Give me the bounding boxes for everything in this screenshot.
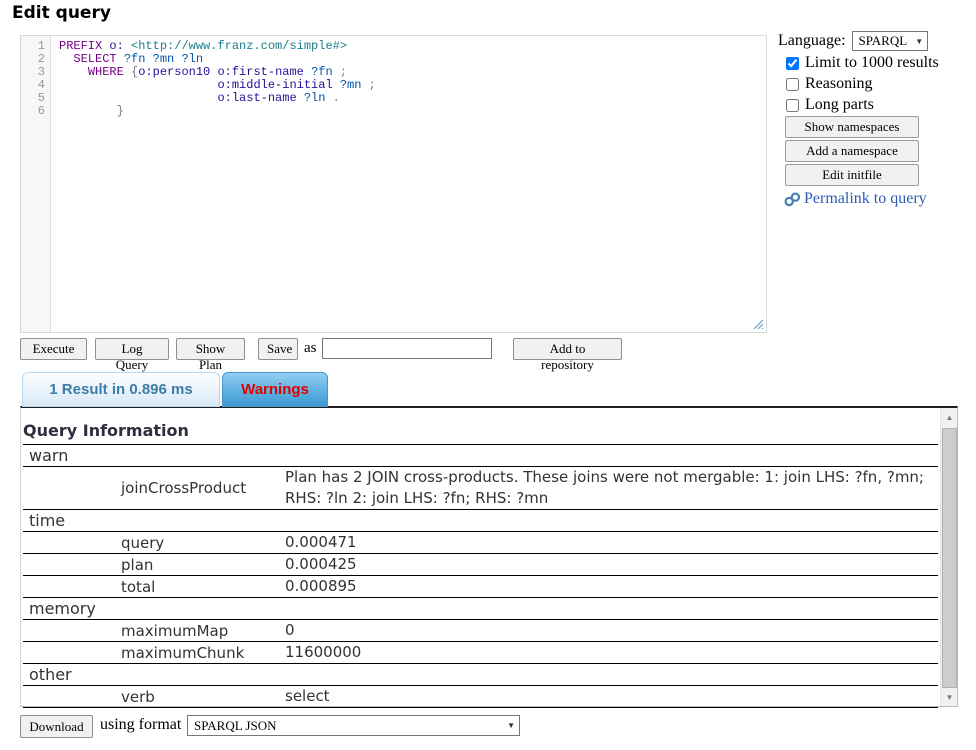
- table-row: query0.000471: [23, 532, 938, 554]
- log-query-button[interactable]: Log Query: [95, 338, 169, 360]
- add-to-repository-button[interactable]: Add to repository: [513, 338, 622, 360]
- query-editor[interactable]: 123456 PREFIX o: <http://www.franz.com/s…: [20, 35, 767, 333]
- metric-value: 0.000425: [281, 554, 938, 576]
- language-select-value: SPARQL: [859, 33, 908, 49]
- warnings-panel: Query Information warnjoinCrossProductPl…: [20, 406, 958, 707]
- section-label: other: [23, 664, 938, 686]
- section-row: warn: [23, 445, 938, 467]
- code-lines[interactable]: PREFIX o: <http://www.franz.com/simple#>…: [59, 40, 764, 118]
- scroll-down-icon[interactable]: ▼: [941, 688, 958, 706]
- line-number: 1: [21, 40, 50, 53]
- option-checkbox-row[interactable]: Limit to 1000 results: [786, 54, 970, 72]
- gutter: 123456: [21, 36, 51, 332]
- section-label: memory: [23, 598, 938, 620]
- save-as-label: as: [304, 340, 317, 357]
- option-checkbox-row[interactable]: Long parts: [786, 96, 970, 114]
- edit-initfile-button[interactable]: Edit initfile: [785, 164, 919, 186]
- line-number: 3: [21, 66, 50, 79]
- checkbox[interactable]: [786, 99, 799, 112]
- metric-value: 11600000: [281, 642, 938, 664]
- chevron-down-icon: ▼: [507, 721, 515, 730]
- tab-warnings[interactable]: Warnings: [222, 372, 328, 407]
- checkbox[interactable]: [786, 78, 799, 91]
- line-number: 4: [21, 79, 50, 92]
- table-row: total0.000895: [23, 576, 938, 598]
- chevron-down-icon: ▼: [915, 37, 923, 46]
- code-line[interactable]: }: [59, 105, 764, 118]
- metric-name: joinCrossProduct: [23, 467, 281, 510]
- section-row: time: [23, 510, 938, 532]
- section-label: time: [23, 510, 938, 532]
- option-buttons: Show namespacesAdd a namespaceEdit initf…: [778, 116, 970, 186]
- section-row: other: [23, 664, 938, 686]
- query-information-table: warnjoinCrossProductPlan has 2 JOIN cros…: [23, 444, 938, 708]
- vertical-scrollbar[interactable]: ▲ ▼: [940, 408, 957, 706]
- metric-value: 0.000471: [281, 532, 938, 554]
- options-panel: Language: SPARQL ▼ Limit to 1000 results…: [778, 31, 970, 208]
- download-button[interactable]: Download: [20, 715, 93, 738]
- show-namespaces-button[interactable]: Show namespaces: [785, 116, 919, 138]
- add-a-namespace-button[interactable]: Add a namespace: [785, 140, 919, 162]
- option-checkbox-row[interactable]: Reasoning: [786, 75, 970, 93]
- language-select[interactable]: SPARQL ▼: [852, 31, 928, 51]
- metric-name: plan: [23, 554, 281, 576]
- option-checkboxes: Limit to 1000 results Reasoning Long parts: [778, 54, 970, 114]
- page-title: Edit query: [12, 3, 111, 23]
- code-line[interactable]: o:last-name ?ln .: [59, 92, 764, 105]
- chain-link-icon: [784, 192, 801, 207]
- language-label: Language:: [778, 32, 846, 50]
- table-row: maximumMap0: [23, 620, 938, 642]
- save-button[interactable]: Save: [258, 338, 298, 360]
- metric-name: total: [23, 576, 281, 598]
- table-row: joinCrossProductPlan has 2 JOIN cross-pr…: [23, 467, 938, 510]
- metric-name: query: [23, 532, 281, 554]
- metric-value: 0.000895: [281, 576, 938, 598]
- metric-name: maximumMap: [23, 620, 281, 642]
- using-format-label: using format: [100, 716, 181, 734]
- checkbox[interactable]: [786, 57, 799, 70]
- section-row: memory: [23, 598, 938, 620]
- resize-grip-icon[interactable]: [752, 318, 764, 330]
- table-row: maximumChunk11600000: [23, 642, 938, 664]
- scrollbar-thumb[interactable]: [942, 428, 957, 688]
- permalink-link[interactable]: Permalink to query: [784, 190, 970, 208]
- section-label: warn: [23, 445, 938, 467]
- checkbox-label: Long parts: [805, 96, 874, 114]
- query-information-heading: Query Information: [23, 421, 189, 440]
- table-row: verbselect: [23, 686, 938, 708]
- line-number: 5: [21, 92, 50, 105]
- format-select-value: SPARQL JSON: [194, 718, 277, 734]
- metric-name: verb: [23, 686, 281, 708]
- metric-value: 0: [281, 620, 938, 642]
- metric-name: maximumChunk: [23, 642, 281, 664]
- save-name-input[interactable]: [322, 338, 492, 359]
- checkbox-label: Reasoning: [805, 75, 873, 93]
- show-plan-button[interactable]: Show Plan: [176, 338, 245, 360]
- permalink-label: Permalink to query: [804, 190, 927, 208]
- table-row: plan0.000425: [23, 554, 938, 576]
- scroll-up-icon[interactable]: ▲: [941, 408, 958, 426]
- metric-value: select: [281, 686, 938, 708]
- checkbox-label: Limit to 1000 results: [805, 54, 939, 72]
- format-select[interactable]: SPARQL JSON ▼: [187, 715, 520, 736]
- execute-button[interactable]: Execute: [20, 338, 87, 360]
- tab-results[interactable]: 1 Result in 0.896 ms: [22, 372, 220, 407]
- metric-value: Plan has 2 JOIN cross-products. These jo…: [281, 467, 938, 510]
- line-number: 2: [21, 53, 50, 66]
- line-number: 6: [21, 105, 50, 118]
